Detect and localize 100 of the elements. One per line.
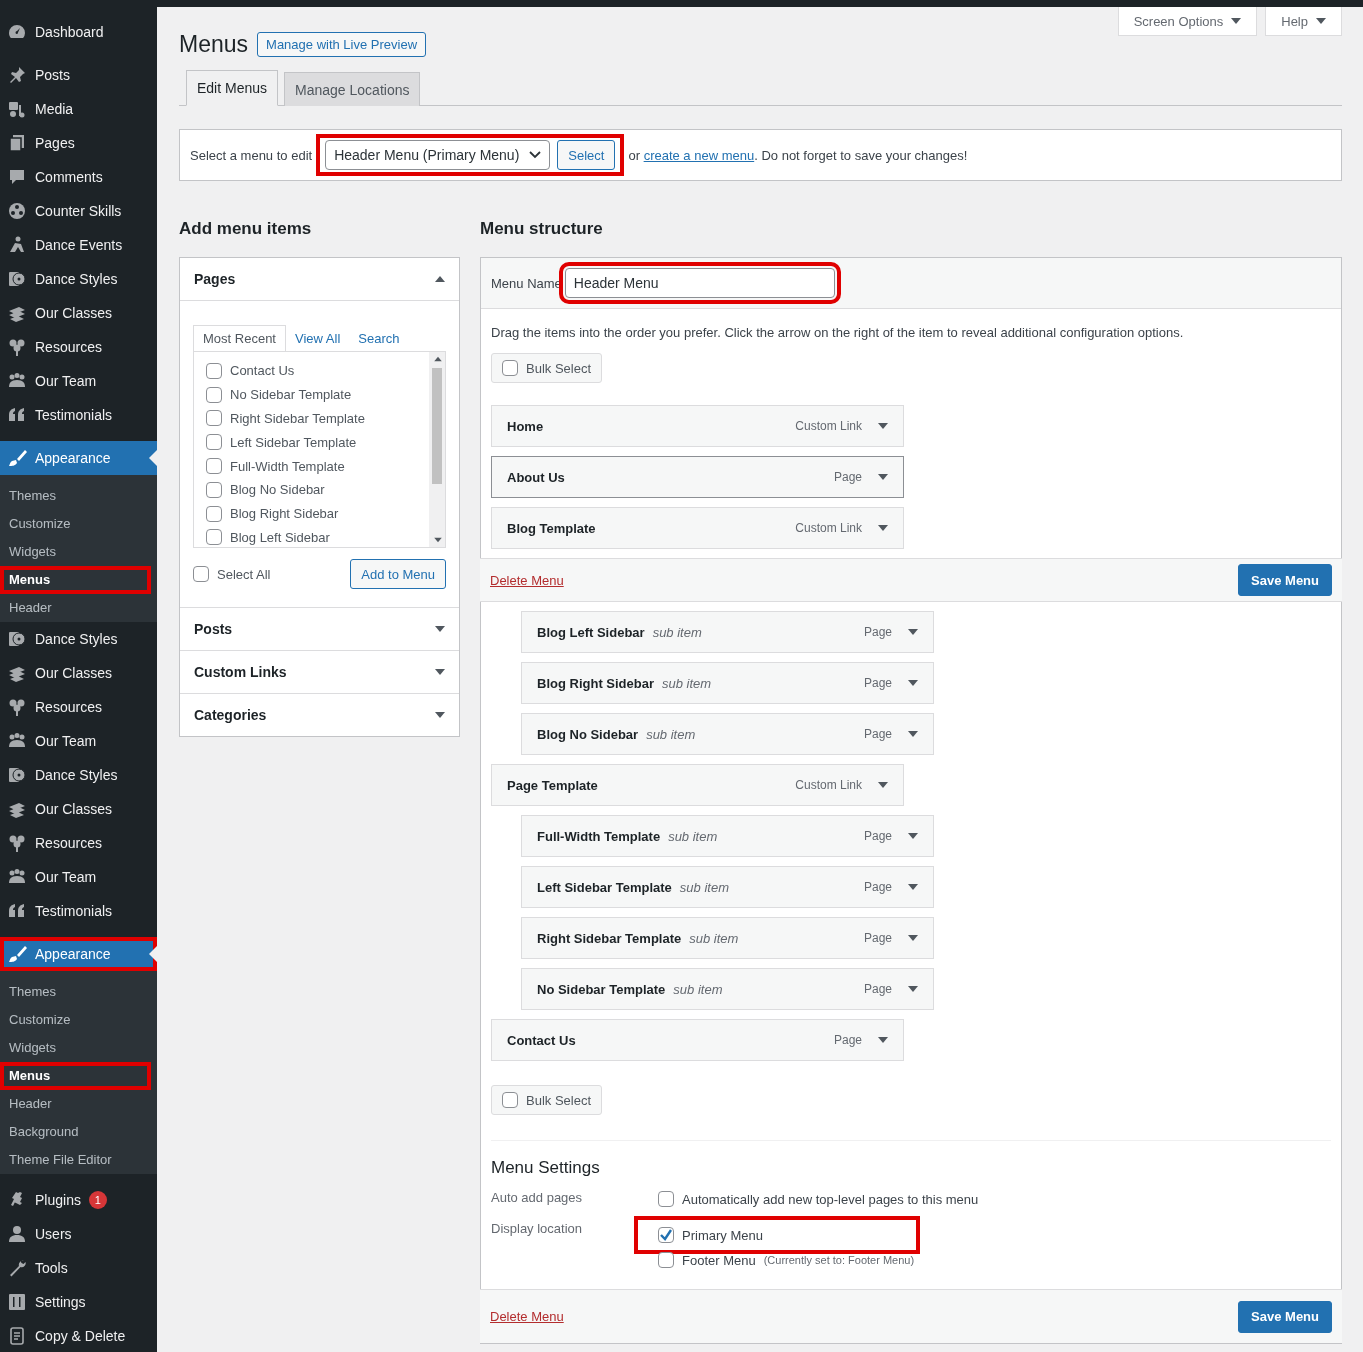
sidebar-menu-item[interactable]: Users (0, 1217, 157, 1251)
submenu-link[interactable]: Background (0, 1118, 151, 1146)
sidebar-menu-item[interactable]: Resources (0, 330, 157, 364)
submenu-link[interactable]: Themes (0, 482, 151, 510)
bulk-select-button[interactable]: Bulk Select (491, 353, 603, 383)
sidebar-menu-item[interactable]: Dance Styles (0, 622, 157, 656)
bulk-select-button[interactable]: Bulk Select (491, 1085, 603, 1115)
sidebar-menu-item[interactable]: Tools (0, 1251, 157, 1285)
caret-down-icon (878, 422, 888, 430)
menu-item-card[interactable]: Home Custom Link (491, 405, 904, 447)
menu-item-card[interactable]: Left Sidebar Template sub item Page (521, 866, 934, 908)
sidebar-menu-item[interactable]: Our Classes (0, 296, 157, 330)
submenu-link[interactable]: Themes (0, 978, 151, 1006)
screen-tab-button[interactable]: Help (1265, 7, 1342, 36)
select-button[interactable]: Select (557, 140, 616, 170)
sidebar-menu-item[interactable]: Our Team (0, 364, 157, 398)
checkbox[interactable] (658, 1227, 674, 1243)
accordion-header[interactable]: Categories (180, 693, 459, 736)
checkbox[interactable] (502, 360, 518, 376)
submenu-link[interactable]: Widgets (0, 538, 151, 566)
menu-dropdown[interactable]: Header Menu (Primary Menu) (325, 140, 551, 170)
sidebar-menu-item[interactable]: Media (0, 92, 157, 126)
sidebar-menu-item[interactable]: Our Classes (0, 792, 157, 826)
panel-tab[interactable]: View All (286, 326, 350, 351)
sidebar-menu-item[interactable]: Copy & Delete (0, 1319, 157, 1352)
menu-item-card[interactable]: Right Sidebar Template sub item Page (521, 917, 934, 959)
submenu-link[interactable]: Header (0, 594, 151, 622)
panel-tab[interactable]: Search (349, 326, 409, 351)
scrollbar[interactable] (429, 352, 445, 547)
checkbox[interactable] (658, 1191, 674, 1207)
checkbox[interactable] (658, 1252, 674, 1268)
sidebar-menu-item[interactable]: Our Team (0, 724, 157, 758)
nav-tab[interactable]: Manage Locations (284, 72, 421, 106)
menu-item-title: Blog Right Sidebar (537, 675, 654, 691)
accordion-header[interactable]: Pages (180, 258, 459, 301)
menu-item-card[interactable]: Full-Width Template sub item Page (521, 815, 934, 857)
menu-item-card[interactable]: About Us Page (491, 456, 904, 498)
panel-tab[interactable]: Most Recent (193, 325, 286, 352)
sidebar-menu-item[interactable]: Dance Events (0, 228, 157, 262)
sidebar-menu-item[interactable]: Appearance (0, 441, 157, 475)
sidebar-menu-item[interactable]: Appearance (0, 937, 157, 971)
item-type-label: Custom Link (795, 521, 862, 535)
submenu-link[interactable]: Customize (0, 510, 151, 538)
checkbox[interactable] (206, 481, 222, 498)
screen-tab-button[interactable]: Screen Options (1117, 7, 1258, 36)
checkbox[interactable] (206, 362, 222, 379)
menu-item-card[interactable]: Blog No Sidebar sub item Page (521, 713, 934, 755)
menu-item-card[interactable]: No Sidebar Template sub item Page (521, 968, 934, 1010)
submenu-link[interactable]: Widgets (0, 1034, 151, 1062)
caret-down-icon (878, 473, 888, 481)
sidebar-menu-item[interactable]: Our Classes (0, 656, 157, 690)
live-preview-button[interactable]: Manage with Live Preview (257, 32, 427, 57)
page-option-label: No Sidebar Template (230, 387, 352, 403)
sidebar-menu-item[interactable]: Testimonials (0, 894, 157, 928)
delete-menu-link[interactable]: Delete Menu (490, 1309, 564, 1324)
sidebar-menu-item[interactable]: Resources (0, 690, 157, 724)
checkbox[interactable] (206, 410, 222, 427)
menu-item-card[interactable]: Page Template Custom Link (491, 764, 904, 806)
disc-icon (7, 765, 27, 785)
menu-item-title: Home (507, 418, 544, 434)
add-to-menu-button[interactable]: Add to Menu (350, 559, 446, 589)
sidebar-menu-item[interactable]: Counter Skills (0, 194, 157, 228)
save-menu-button[interactable]: Save Menu (1238, 564, 1332, 596)
save-menu-button[interactable]: Save Menu (1238, 1300, 1332, 1333)
submenu-link[interactable]: Theme File Editor (0, 1146, 151, 1174)
submenu-link[interactable]: Customize (0, 1006, 151, 1034)
accordion-header[interactable]: Custom Links (180, 650, 459, 693)
highlighted-option[interactable]: Primary Menu (640, 1222, 915, 1248)
checkbox[interactable] (502, 1092, 518, 1108)
sidebar-menu-item[interactable]: Posts (0, 58, 157, 92)
sidebar-menu-item[interactable]: Pages (0, 126, 157, 160)
sidebar-menu-item[interactable]: Settings (0, 1285, 157, 1319)
checkbox[interactable] (206, 529, 222, 546)
submenu-link[interactable]: Menus (0, 566, 151, 594)
instruction-text: or create a new menu. Do not forget to save your changes! (628, 147, 968, 163)
sidebar-menu-item[interactable]: Comments (0, 160, 157, 194)
nav-tab[interactable]: Edit Menus (186, 70, 279, 106)
checkbox[interactable] (206, 386, 222, 403)
menu-item-card[interactable]: Blog Left Sidebar sub item Page (521, 611, 934, 653)
caret-down-icon (908, 730, 918, 738)
item-type-label: Page (863, 982, 892, 996)
sidebar-menu-item[interactable]: Plugins 1 (0, 1183, 157, 1217)
submenu-link[interactable]: Header (0, 1090, 151, 1118)
accordion-header[interactable]: Posts (180, 607, 459, 650)
sidebar-menu-item[interactable]: Dashboard (0, 15, 157, 49)
checkbox[interactable] (206, 505, 222, 522)
menu-item-card[interactable]: Blog Right Sidebar sub item Page (521, 662, 934, 704)
sidebar-menu-item[interactable]: Testimonials (0, 398, 157, 432)
checkbox[interactable] (193, 566, 209, 582)
sidebar-menu-item[interactable]: Resources (0, 826, 157, 860)
menu-item-card[interactable]: Blog Template Custom Link (491, 507, 904, 549)
sidebar-menu-item[interactable]: Our Team (0, 860, 157, 894)
sidebar-menu-item[interactable]: Dance Styles (0, 262, 157, 296)
submenu-link[interactable]: Menus (0, 1062, 151, 1090)
checkbox[interactable] (206, 458, 222, 475)
menu-item-card[interactable]: Contact Us Page (491, 1019, 904, 1061)
sidebar-menu-item[interactable]: Dance Styles (0, 758, 157, 792)
checkbox[interactable] (206, 434, 222, 451)
caret-down-icon (435, 625, 445, 633)
delete-menu-link[interactable]: Delete Menu (490, 572, 564, 588)
